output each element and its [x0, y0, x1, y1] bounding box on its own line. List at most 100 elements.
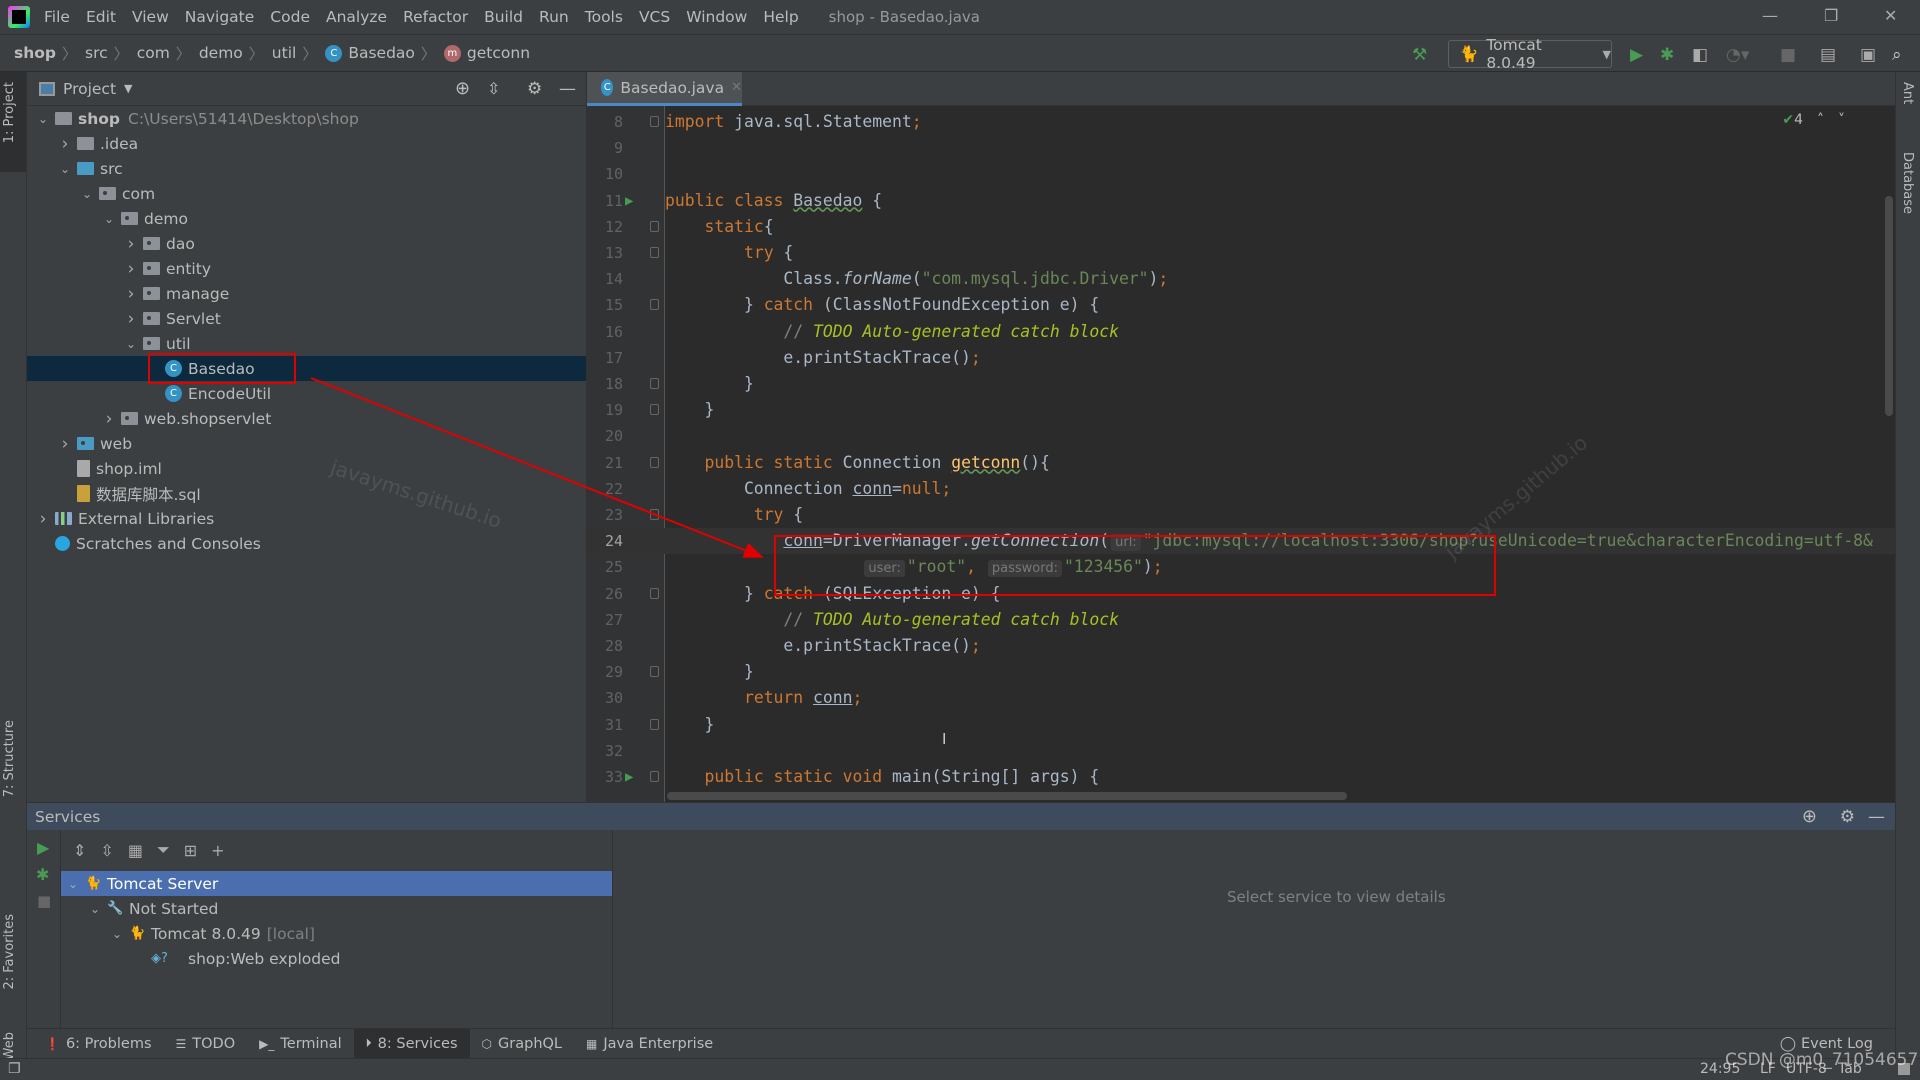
code-line[interactable]: 21 public static Connection getconn(){: [587, 450, 1895, 476]
code-line[interactable]: 15 } catch (ClassNotFoundException e) {: [587, 292, 1895, 318]
fold-marker-icon[interactable]: [650, 220, 659, 232]
code-line[interactable]: 29 }: [587, 659, 1895, 685]
chevron-right-icon[interactable]: ›: [123, 309, 139, 329]
run-icon[interactable]: ▶: [37, 838, 60, 857]
stop-icon[interactable]: ■: [37, 892, 60, 910]
service-item[interactable]: ◈? shop:Web exploded: [61, 946, 612, 971]
fold-marker-icon[interactable]: [650, 378, 659, 389]
tool-tab-ant[interactable]: Ant: [1900, 82, 1915, 104]
code-line[interactable]: 14 Class.forName("com.mysql.jdbc.Driver"…: [587, 266, 1895, 292]
tree-item[interactable]: ⌄ shop C:\Users\51414\Desktop\shop: [27, 106, 586, 131]
breadcrumb-item[interactable]: com: [137, 44, 170, 62]
debug-icon[interactable]: ✱: [36, 865, 60, 884]
code-line[interactable]: 26 } catch (SQLException e) {: [587, 581, 1895, 607]
chevron-down-icon[interactable]: ⌄: [79, 187, 95, 201]
chevron-right-icon[interactable]: ›: [57, 134, 73, 154]
tree-item[interactable]: › dao: [27, 231, 586, 256]
tree-item[interactable]: shop.iml: [27, 456, 586, 481]
horizontal-scrollbar[interactable]: [667, 792, 1347, 800]
profile-icon[interactable]: ◔▾: [1726, 44, 1749, 66]
tree-item[interactable]: ⌄ src: [27, 156, 586, 181]
tree-item[interactable]: › manage: [27, 281, 586, 306]
tool-window-problems[interactable]: ❗ 6: Problems: [33, 1029, 164, 1059]
close-tab-icon[interactable]: ✕: [731, 80, 742, 95]
code-line[interactable]: 32: [587, 738, 1895, 764]
menu-build[interactable]: Build: [484, 8, 523, 26]
breadcrumb-item[interactable]: C Basedao: [325, 44, 415, 62]
chevron-down-icon[interactable]: ▼: [124, 82, 132, 95]
breadcrumb-item[interactable]: m getconn: [443, 44, 530, 62]
chevron-right-icon[interactable]: ›: [101, 409, 117, 429]
minimize-button[interactable]: —: [1762, 6, 1778, 25]
tool-window-terminal[interactable]: ▶_ Terminal: [247, 1029, 354, 1059]
tool-tab-favorites[interactable]: 2: Favorites: [2, 914, 17, 990]
terminal-window-icon[interactable]: ▣: [1860, 44, 1876, 66]
tool-tab-database[interactable]: Database: [1900, 152, 1915, 214]
code-line[interactable]: 9: [587, 135, 1895, 161]
code-line[interactable]: 18 }: [587, 371, 1895, 397]
tab-basedao-java[interactable]: C Basedao.java ✕: [587, 72, 742, 106]
menu-tools[interactable]: Tools: [585, 8, 623, 26]
code-line[interactable]: 16 // TODO Auto-generated catch block: [587, 319, 1895, 345]
chevron-down-icon[interactable]: ⌄: [65, 877, 81, 891]
code-line[interactable]: 19 }: [587, 397, 1895, 423]
fold-marker-icon[interactable]: [650, 299, 659, 311]
code-line[interactable]: 10: [587, 161, 1895, 187]
service-item[interactable]: ⌄ 🐈 Tomcat 8.0.49 [local]: [61, 921, 612, 946]
fold-marker-icon[interactable]: [650, 666, 659, 678]
new-tab-icon[interactable]: ⊞: [184, 841, 197, 860]
stop-icon[interactable]: ■: [1780, 44, 1796, 66]
gear-icon[interactable]: ⚙: [527, 79, 542, 99]
code-line[interactable]: 23 try {: [587, 502, 1895, 528]
code-line[interactable]: 8 import java.sql.Statement;: [587, 109, 1895, 135]
expand-all-icon[interactable]: ⇕: [73, 841, 86, 860]
close-button[interactable]: ✕: [1884, 6, 1897, 25]
tree-item[interactable]: ⌄ com: [27, 181, 586, 206]
tree-item[interactable]: C Basedao: [27, 356, 586, 381]
breadcrumb-item[interactable]: shop: [14, 44, 56, 62]
tool-window-java-enterprise[interactable]: ▦ Java Enterprise: [574, 1029, 725, 1059]
fold-marker-icon[interactable]: [650, 456, 659, 468]
fold-marker-icon[interactable]: [650, 587, 659, 599]
fold-marker-icon[interactable]: [650, 116, 659, 127]
hide-icon[interactable]: —: [1868, 807, 1885, 827]
code-line[interactable]: 17 e.printStackTrace();: [587, 345, 1895, 371]
tree-item[interactable]: 数据库脚本.sql: [27, 481, 586, 506]
breadcrumb-item[interactable]: util: [272, 44, 297, 62]
chevron-right-icon[interactable]: ›: [123, 234, 139, 254]
code-line[interactable]: 31 }: [587, 712, 1895, 738]
tree-item[interactable]: › .idea: [27, 131, 586, 156]
project-structure-icon[interactable]: ▤: [1820, 44, 1836, 66]
service-item[interactable]: ⌄ 🐈 Tomcat Server: [61, 871, 612, 896]
chevron-down-icon[interactable]: ⌄: [57, 162, 73, 176]
code-line[interactable]: 33 ▶ public static void main(String[] arg…: [587, 764, 1895, 790]
code-line[interactable]: 28 e.printStackTrace();: [587, 633, 1895, 659]
menu-navigate[interactable]: Navigate: [185, 8, 255, 26]
menu-edit[interactable]: Edit: [86, 8, 116, 26]
collapse-all-icon[interactable]: ⇳: [487, 79, 500, 98]
chevron-down-icon[interactable]: ⌄: [87, 902, 103, 916]
menu-help[interactable]: Help: [763, 8, 798, 26]
tool-tab-web[interactable]: Web: [2, 1032, 17, 1060]
code-line[interactable]: 12 static{: [587, 214, 1895, 240]
fold-marker-icon[interactable]: [650, 247, 659, 258]
code-line[interactable]: 11 ▶ public class Basedao {: [587, 188, 1895, 214]
inspection-widget[interactable]: ✔4 ˄ ˅: [1782, 112, 1845, 128]
group-by-icon[interactable]: ▦: [128, 841, 143, 860]
service-item[interactable]: ⌄ 🔧 Not Started: [61, 896, 612, 921]
code-line[interactable]: 20: [587, 423, 1895, 449]
menu-refactor[interactable]: Refactor: [403, 8, 468, 26]
layout-toggle-icon[interactable]: ❐: [8, 1061, 21, 1077]
code-line[interactable]: 25 user: "root", password: "123456");: [587, 554, 1895, 580]
code-editor[interactable]: 7import java.sql.SQLException;8import ja…: [587, 106, 1895, 802]
tree-item[interactable]: › Servlet: [27, 306, 586, 331]
code-line[interactable]: 22 Connection conn=null;: [587, 476, 1895, 502]
menu-window[interactable]: Window: [686, 8, 747, 26]
breadcrumb-item[interactable]: src: [85, 44, 108, 62]
vertical-scrollbar[interactable]: [1885, 196, 1893, 416]
restore-button[interactable]: ❐: [1824, 6, 1838, 25]
menu-file[interactable]: File: [44, 8, 70, 26]
run-gutter-icon[interactable]: ▶: [625, 764, 633, 790]
tool-tab-structure[interactable]: 7: Structure: [2, 720, 17, 797]
run-gutter-icon[interactable]: ▶: [625, 188, 633, 214]
